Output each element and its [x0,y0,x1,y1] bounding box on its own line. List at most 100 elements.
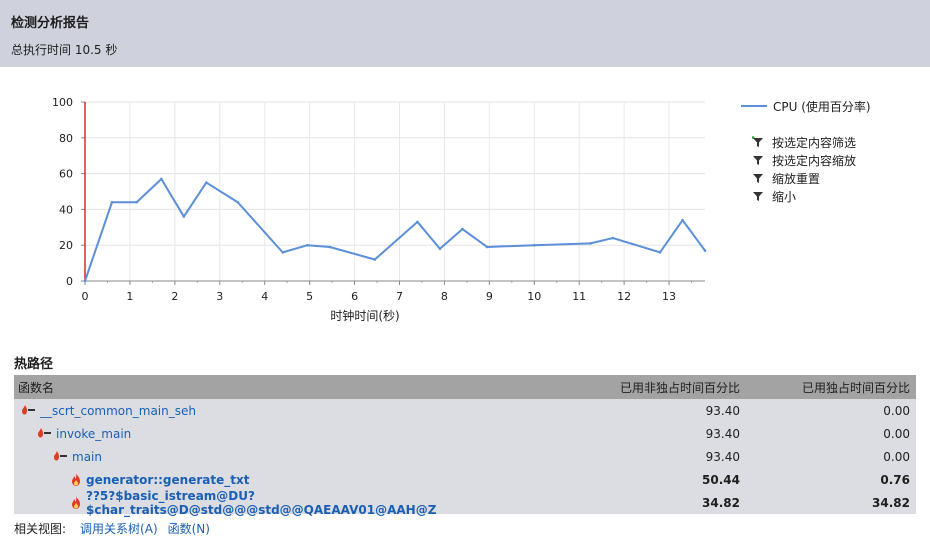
table-body: __scrt_common_main_seh 93.40 0.00 invoke_ma… [14,399,916,517]
data-point [681,218,684,222]
filter-by-selection-button[interactable]: 按选定内容筛选 [752,133,856,151]
cell-inclusive-percent: 93.40 [705,403,740,418]
legend-label: CPU (使用百分率) [773,99,871,114]
data-point [611,236,615,240]
zoom-by-selection-button[interactable]: 按选定内容缩放 [752,151,856,169]
table-row[interactable]: ??5?$basic_istream@DU?$char_traits@D@std… [14,489,916,517]
filter-icon [753,156,763,165]
y-tick-label: 60 [59,168,73,181]
x-tick-label: 7 [396,290,403,303]
x-tick-label: 6 [351,290,358,303]
related-views: 相关视图: 调用关系树(A) 函数(N) [14,520,220,537]
filter-icon [753,174,763,183]
cpu-usage-chart[interactable]: 0204060801000 1 2 3 4 5 6 7 8 9 10 11 12 13时钟时间(秒) [0,67,720,342]
flame-icon [72,496,80,509]
function-name: main [72,449,102,464]
table-row[interactable]: invoke_main 93.40 0.00 [14,422,916,445]
functions-link[interactable]: 函数(N) [168,520,210,537]
x-tick-label: 3 [216,290,223,303]
table-row[interactable]: main 93.40 0.00 [14,445,916,468]
y-tick-label: 100 [52,96,73,109]
data-point [703,249,707,252]
data-point [589,242,592,245]
report-title: 检测分析报告 [11,16,90,31]
data-point [485,245,489,249]
column-exclusive-percent[interactable]: 已用独占时间百分比 [742,379,916,396]
x-tick-label: 8 [441,290,448,303]
function-name: invoke_main [56,426,132,441]
cell-inclusive-percent: 34.82 [702,495,740,510]
x-tick-label: 1 [126,290,133,303]
data-point [416,220,419,224]
function-link[interactable]: ??5?$basic_istream@DU?$char_traits@D@std… [70,489,570,517]
call-tree-link[interactable]: 调用关系树(A) [80,520,158,537]
column-function-name[interactable]: 函数名 [14,379,570,396]
function-link[interactable]: invoke_main [38,427,570,441]
legend-item-cpu: CPU (使用百分率) [741,97,871,115]
data-point [110,200,114,204]
x-tick-label: 10 [527,290,541,303]
filter-label: 按选定内容筛选 [772,135,857,150]
cell-function-name: __scrt_common_main_seh [14,404,570,418]
y-tick-label: 20 [59,239,73,252]
cell-function-name: ??5?$basic_istream@DU?$char_traits@D@std… [14,489,570,517]
total-execution-time: 总执行时间 10.5 秒 [11,43,118,57]
hot-path-icon [54,451,67,461]
data-point [160,177,163,181]
y-tick-label: 0 [66,275,73,288]
filter-label: 按选定内容缩放 [772,153,857,168]
x-tick-label: 9 [486,290,493,303]
cell-function-name: invoke_main [14,427,570,441]
function-link[interactable]: __scrt_common_main_seh [22,404,570,418]
cell-inclusive-percent: 93.40 [705,426,740,441]
chart-legend: CPU (使用百分率) [741,97,871,115]
data-point [205,181,208,184]
function-name: __scrt_common_main_seh [40,403,196,418]
y-tick-label: 80 [59,132,73,145]
x-tick-label: 4 [261,290,268,303]
cell-inclusive-percent: 50.44 [702,472,740,487]
function-link[interactable]: main [54,450,570,464]
data-point [328,245,332,249]
data-point [306,243,309,247]
function-name: ??5?$basic_istream@DU?$char_traits@D@std… [86,488,437,517]
function-link[interactable]: generator::generate_txt [70,473,570,487]
data-point [83,279,87,283]
data-point [373,258,377,261]
x-tick-label: 11 [572,290,586,303]
data-point [281,251,284,254]
legend-line-swatch [741,105,767,107]
cell-inclusive-percent: 93.40 [705,449,740,464]
flame-icon [72,473,80,486]
x-tick-label: 0 [82,290,89,303]
chart-filter-actions: 按选定内容筛选 按选定内容缩放 缩放重置 缩小 [752,133,856,205]
function-name: generator::generate_txt [86,472,250,487]
x-tick-label: 12 [617,290,631,303]
hot-path-title: 热路径 [14,357,54,372]
plot-area [85,102,705,281]
cell-exclusive-percent: 34.82 [872,495,910,510]
hot-path-icon [38,428,51,438]
cell-exclusive-percent: 0.00 [883,403,910,418]
x-tick-label: 2 [171,290,178,303]
filter-icon [753,192,763,201]
data-point [461,227,464,231]
cell-function-name: main [14,450,570,464]
cell-function-name: generator::generate_txt [14,473,570,487]
filter-label: 缩小 [772,189,797,204]
hot-path-icon [22,405,35,415]
x-tick-label: 13 [662,290,676,303]
data-point [438,247,442,251]
data-point [532,243,536,247]
x-tick-label: 5 [306,290,313,303]
table-row[interactable]: __scrt_common_main_seh 93.40 0.00 [14,399,916,422]
x-axis-label: 时钟时间(秒) [330,308,399,323]
data-point [135,200,138,204]
table-header: 函数名 已用非独占时间百分比 已用独占时间百分比 [14,375,916,399]
related-views-label: 相关视图: [14,522,67,536]
zoom-out-button[interactable]: 缩小 [752,187,856,205]
y-tick-label: 40 [59,203,73,216]
column-inclusive-percent[interactable]: 已用非独占时间百分比 [570,379,742,396]
hot-path-table: 函数名 已用非独占时间百分比 已用独占时间百分比 __scrt_common_m… [14,375,916,517]
zoom-reset-button[interactable]: 缩放重置 [752,169,856,187]
